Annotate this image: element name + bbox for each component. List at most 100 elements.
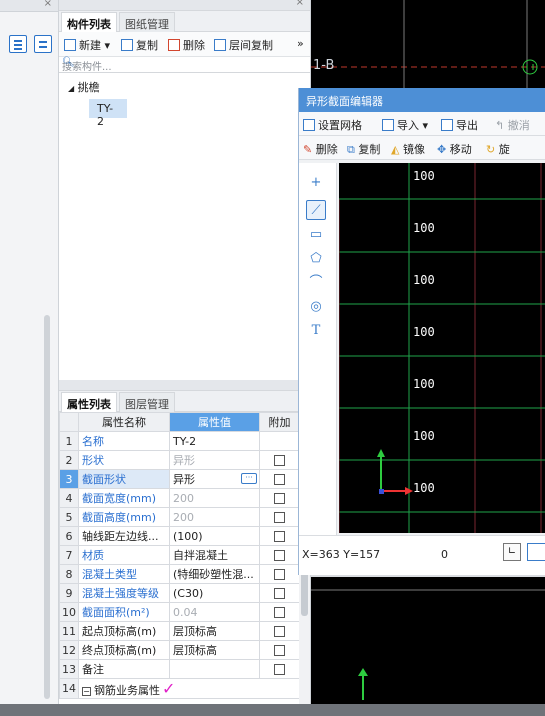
property-value[interactable]: 异形 ···	[169, 469, 260, 489]
form-view-icon[interactable]	[34, 35, 52, 53]
search-input[interactable]: 搜索构件... 🔍︎	[59, 57, 310, 73]
grid-lines	[339, 163, 545, 533]
editor-delete-label: 删除	[315, 143, 338, 156]
property-name: 轴线距左边线...	[78, 526, 170, 546]
editor-copy-label: 复制	[358, 143, 381, 156]
property-row[interactable]: 9 混凝土强度等级 (C30)	[59, 583, 300, 603]
delete-button[interactable]: 删除	[168, 37, 205, 53]
move-button[interactable]: ✥ 移动	[437, 141, 472, 157]
property-row[interactable]: 1 名称 TY-2	[59, 431, 300, 451]
more-button[interactable]: »	[297, 37, 304, 50]
copy-icon	[121, 39, 133, 51]
ortho-toggle-icon[interactable]: ∟	[503, 543, 521, 561]
property-row[interactable]: 2 形状 异形	[59, 450, 300, 470]
text-tool-icon[interactable]: T	[306, 321, 326, 341]
ellipsis-button-icon[interactable]: ···	[241, 473, 257, 484]
line-tool-icon[interactable]: ⟋	[306, 200, 326, 220]
property-value[interactable]	[169, 659, 260, 679]
attach-checkbox-cell	[259, 564, 300, 584]
attach-checkbox-cell	[259, 526, 300, 546]
grid-label: 100	[413, 325, 435, 339]
property-value[interactable]: (C30)	[169, 583, 260, 603]
tab-layer-management[interactable]: 图层管理	[119, 392, 175, 412]
tab-component-list[interactable]: 构件列表	[61, 12, 117, 32]
property-group[interactable]: − 钢筋业务属性 ✓	[78, 678, 300, 699]
arc-tool-icon[interactable]: ⌒	[306, 273, 326, 293]
copy-button[interactable]: 复制	[121, 37, 158, 53]
undo-icon: ↰	[495, 119, 505, 132]
rotate-button[interactable]: ↻ 旋	[486, 141, 510, 157]
editor-copy-button[interactable]: ⧉ 复制	[347, 141, 380, 157]
property-row[interactable]: 5 截面高度(mm) 200	[59, 507, 300, 527]
new-button[interactable]: 新建 ▾	[64, 37, 110, 53]
delete-icon	[168, 39, 180, 51]
snap-toggle-icon[interactable]	[527, 543, 545, 561]
coordinate-readout: X=363 Y=157	[302, 548, 381, 561]
property-value[interactable]: (100)	[169, 526, 260, 546]
property-row[interactable]: 4 截面宽度(mm) 200	[59, 488, 300, 508]
export-button[interactable]: 导出	[441, 117, 478, 133]
properties-tabs: 属性列表 图层管理	[59, 391, 311, 412]
point-tool-icon[interactable]: +	[306, 173, 326, 193]
property-row[interactable]: 3 截面形状 异形 ···	[59, 469, 300, 489]
editor-grid-canvas[interactable]: 100 100 100 100 100 100 100	[339, 163, 545, 533]
property-row[interactable]: 6 轴线距左边线... (100)	[59, 526, 300, 546]
undo-button[interactable]: ↰ 撤消	[495, 117, 530, 133]
import-button[interactable]: 导入 ▾	[382, 117, 428, 133]
tree-item[interactable]: TY-2	[89, 99, 127, 128]
mirror-button[interactable]: ◭ 镜像	[391, 141, 425, 157]
property-group-row[interactable]: 14− 钢筋业务属性 ✓	[59, 678, 300, 699]
attach-checkbox[interactable]	[274, 550, 285, 561]
property-row[interactable]: 11 起点顶标高(m) 层顶标高	[59, 621, 300, 641]
attach-checkbox[interactable]	[274, 588, 285, 599]
property-value[interactable]: 层顶标高	[169, 621, 260, 641]
search-icon[interactable]: 🔍︎	[62, 57, 304, 68]
attach-checkbox[interactable]	[274, 645, 285, 656]
left-scrollbar[interactable]	[44, 315, 50, 699]
editor-delete-button[interactable]: ✎ 删除	[303, 141, 338, 157]
rectangle-tool-icon[interactable]: ▭	[306, 225, 326, 245]
attach-checkbox[interactable]	[274, 512, 285, 523]
property-value[interactable]: 200	[169, 507, 260, 527]
collapse-arrow-icon[interactable]: ◢	[68, 84, 74, 93]
close-icon[interactable]: ×	[44, 0, 52, 9]
property-row[interactable]: 13 备注	[59, 659, 300, 679]
floor-copy-button[interactable]: 层间复制	[214, 37, 273, 53]
header-name: 属性名称	[78, 412, 170, 432]
property-row[interactable]: 12 终点顶标高(m) 层顶标高	[59, 640, 300, 660]
property-value[interactable]: 层顶标高	[169, 640, 260, 660]
property-value[interactable]: 自拌混凝土	[169, 545, 260, 565]
property-name: 起点顶标高(m)	[78, 621, 170, 641]
attach-checkbox[interactable]	[274, 455, 285, 466]
close-icon[interactable]: ×	[296, 0, 304, 8]
attach-checkbox[interactable]	[274, 626, 285, 637]
polygon-tool-icon[interactable]: ⬠	[306, 249, 326, 269]
import-icon	[382, 119, 394, 131]
attach-checkbox[interactable]	[274, 493, 285, 504]
property-row[interactable]: 7 材质 自拌混凝土	[59, 545, 300, 565]
attach-checkbox[interactable]	[274, 474, 285, 485]
tab-drawing-management[interactable]: 图纸管理	[119, 12, 175, 32]
eraser-icon: ✎	[303, 143, 313, 156]
tree-group-label: 挑檐	[77, 81, 100, 94]
circle-tool-icon[interactable]: ◎	[306, 297, 326, 317]
set-grid-button[interactable]: 设置网格	[303, 117, 362, 133]
property-value[interactable]: 异形	[169, 450, 260, 470]
property-value[interactable]: 200	[169, 488, 260, 508]
property-value[interactable]: (特细砂塑性混...	[169, 564, 260, 584]
list-view-icon[interactable]	[9, 35, 27, 53]
component-tabs: 构件列表 图纸管理	[59, 11, 310, 32]
row-index: 12	[59, 640, 79, 660]
attach-checkbox[interactable]	[274, 569, 285, 580]
property-value[interactable]: TY-2	[169, 431, 260, 451]
property-row[interactable]: 10 截面面积(m²) 0.04	[59, 602, 300, 622]
tab-property-list[interactable]: 属性列表	[61, 392, 117, 412]
property-value[interactable]: 0.04	[169, 602, 260, 622]
property-row[interactable]: 8 混凝土类型 (特细砂塑性混...	[59, 564, 300, 584]
attach-checkbox-cell	[259, 488, 300, 508]
collapse-icon[interactable]: −	[82, 687, 91, 696]
attach-checkbox[interactable]	[274, 664, 285, 675]
attach-checkbox[interactable]	[274, 607, 285, 618]
tree-group[interactable]: ◢ 挑檐	[68, 79, 100, 95]
attach-checkbox[interactable]	[274, 531, 285, 542]
